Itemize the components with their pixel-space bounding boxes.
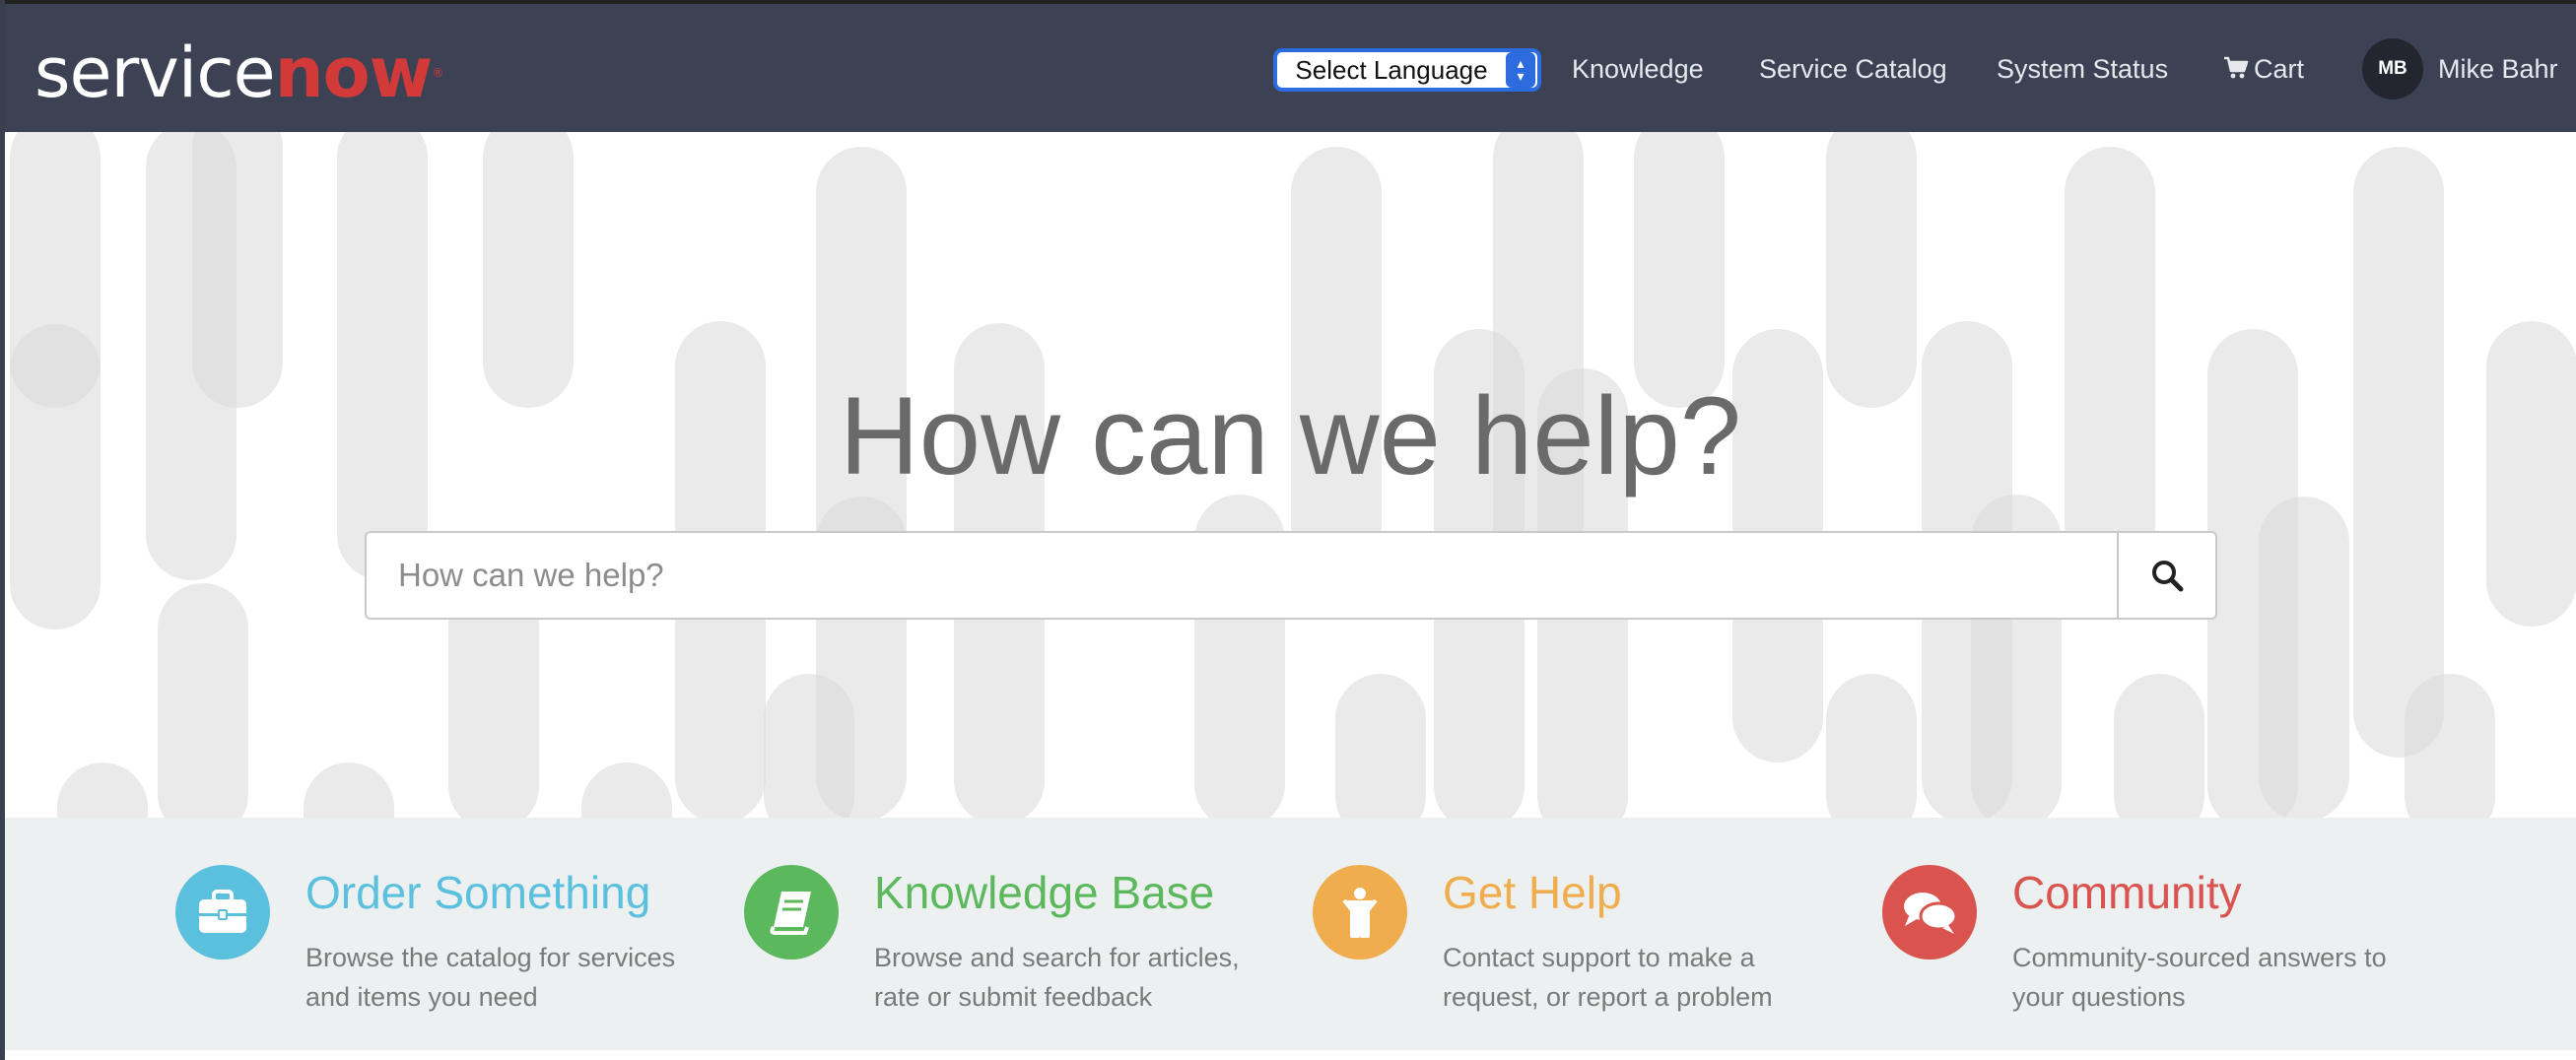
feature-description-line: Browse the catalog for services xyxy=(305,943,676,972)
person-icon xyxy=(1313,865,1407,960)
feature-description: Browse and search for articles, rate or … xyxy=(874,938,1308,1017)
feature-title: Community xyxy=(2012,867,2242,918)
comments-icon xyxy=(1882,865,1977,960)
select-arrows-icon: ▴ ▾ xyxy=(1506,52,1535,88)
logo-text-service: service xyxy=(34,33,276,113)
nav-cart[interactable]: Cart xyxy=(2254,49,2304,89)
user-avatar[interactable]: MB xyxy=(2362,38,2423,99)
feature-description-line: and items you need xyxy=(305,982,538,1012)
nav-knowledge[interactable]: Knowledge xyxy=(1572,49,1704,89)
logo-registered-mark: ® xyxy=(432,66,443,80)
feature-description-line: Browse and search for articles, xyxy=(874,943,1240,972)
language-select-label: Select Language xyxy=(1295,54,1488,85)
search-bar xyxy=(365,531,2217,620)
cart-icon[interactable] xyxy=(2223,55,2249,86)
feature-description-line: Community-sourced answers to xyxy=(2012,943,2387,972)
user-name-menu[interactable]: Mike Bahr xyxy=(2438,49,2558,89)
feature-description: Community-sourced answers to your questi… xyxy=(2012,938,2446,1017)
feature-description-line: your questions xyxy=(2012,982,2186,1012)
language-select[interactable]: Select Language ▴ ▾ xyxy=(1273,48,1541,92)
nav-service-catalog[interactable]: Service Catalog xyxy=(1759,49,1947,89)
feature-description-line: Contact support to make a xyxy=(1443,943,1755,972)
feature-title: Get Help xyxy=(1443,867,1622,918)
feature-title: Knowledge Base xyxy=(874,867,1215,918)
search-input[interactable] xyxy=(367,533,2117,618)
search-icon xyxy=(2152,561,2184,592)
feature-links-section: Order Something Browse the catalog for s… xyxy=(5,818,2576,1050)
feature-description: Contact support to make a request, or re… xyxy=(1443,938,1876,1017)
portal-window: servicenow® Select Language ▴ ▾ Knowledge… xyxy=(5,0,2576,1060)
top-navigation-bar: servicenow® Select Language ▴ ▾ Knowledge… xyxy=(5,0,2576,132)
nav-system-status[interactable]: System Status xyxy=(1997,49,2168,89)
logo-text-now: now xyxy=(274,33,434,113)
hero-section: How can we help? xyxy=(5,132,2576,818)
feature-title: Order Something xyxy=(305,867,651,918)
search-button[interactable] xyxy=(2117,533,2215,618)
servicenow-logo[interactable]: servicenow® xyxy=(34,33,443,113)
feature-description: Browse the catalog for services and item… xyxy=(305,938,739,1017)
feature-description-line: rate or submit feedback xyxy=(874,982,1153,1012)
briefcase-icon xyxy=(175,865,270,960)
book-icon xyxy=(744,865,839,960)
hero-heading: How can we help? xyxy=(839,374,1742,497)
feature-description-line: request, or report a problem xyxy=(1443,982,1773,1012)
page-bottom xyxy=(5,1050,2576,1060)
